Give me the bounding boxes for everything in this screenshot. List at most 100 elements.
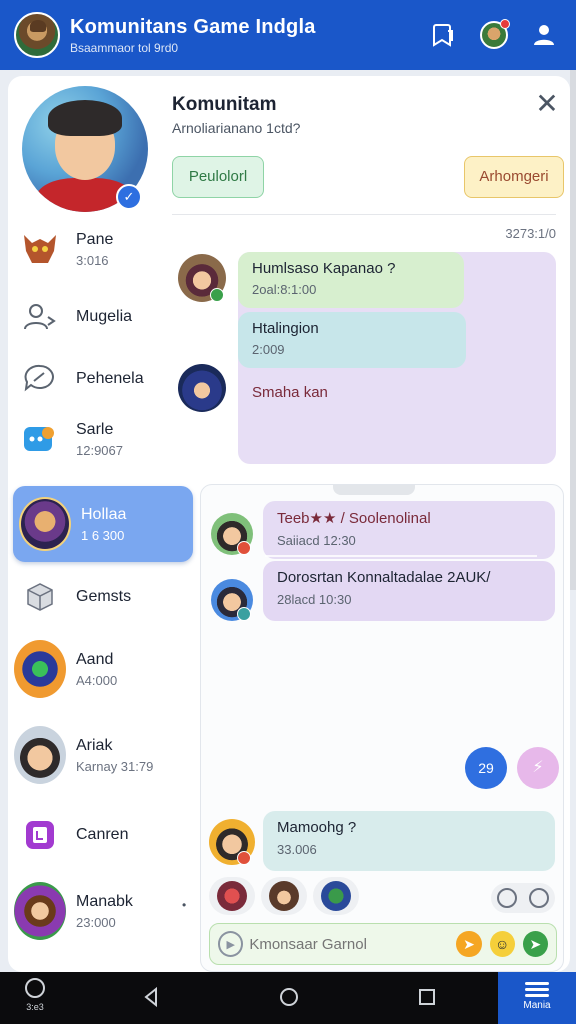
sidebar-item-hollaa[interactable]: Hollaa 1 6 300 [13,486,193,562]
more-dot: • [182,898,187,912]
sidebar-item-label: Sarle [76,420,114,438]
sidebar-item-label: Hollaa [81,505,127,523]
reaction-avatar[interactable] [209,877,255,915]
sidebar-item-sub: 1 6 300 [81,527,125,543]
message-time: 28lacd 10:30 [277,592,352,607]
sidebar-item-pehenela[interactable]: Pehenela [14,346,194,412]
bottom-navbar: 3:e3 Mania [0,972,576,1024]
sidebar-item-sub: Karnay 31:79 [76,758,154,774]
bookmark-icon[interactable] [426,17,462,53]
sidebar-item-sub: 23:000 [76,914,116,930]
sidebar-item-label: Aand [76,650,114,668]
sidebar-item-label: Manabk [76,892,133,910]
sidebar-item-gemsts[interactable]: Gemsts [14,564,194,630]
chat-timestamp: 3273:1/0 [505,226,556,241]
panel-header: Komunitam Arnoliarianano 1ctd? ✕ Peulolo… [172,76,570,216]
message-input-bar: ▶ ➤ ☺ ➤ [209,923,557,965]
chat-avatar[interactable] [178,364,226,412]
arrow-icon[interactable]: ➤ [456,931,482,957]
dragon-icon [14,223,66,275]
message-bubble[interactable]: Smaha kan [238,376,438,410]
sidebar-item-pane[interactable]: Pane 3:016 [14,216,194,282]
message-text: Mamoohg ? [277,819,357,836]
home-icon[interactable] [278,986,300,1008]
app-subtitle: Bsaammaor tol 9rd0 [70,40,179,55]
community-card: ✓ Pane 3:016 Mugelia Pehenela Sarle 12:9… [8,76,570,972]
chat-bubble-icon [14,353,66,405]
sidebar-item-aand[interactable]: Aand A4:000 [14,636,194,702]
message-text: Teeb★★ / Soolenolinal [277,510,431,527]
drag-handle[interactable] [333,485,415,495]
sidebar-item-canren[interactable]: Canren [14,802,194,868]
emoji-outline-icon[interactable] [497,888,517,908]
app-logo [14,12,60,58]
sidebar-item-label: Gemsts [76,588,132,605]
game-avatar-hollaa [19,497,71,551]
message-bubble[interactable]: Mamoohg ? 33.006 [263,811,555,871]
online-badge [237,607,251,621]
message-bubble[interactable]: Humlsaso Kapanao ? 2oal:8:1:00 [238,252,464,308]
send-icon[interactable]: ➤ [522,931,548,957]
message-icon [14,413,66,465]
message-time: 2:009 [252,342,285,357]
profile-icon[interactable] [526,17,562,53]
sidebar-item-manabk[interactable]: Manabk 23:000 • [14,878,194,944]
message-text: Humlsaso Kapanao ? [252,260,396,277]
chat-panel: Teeb★★ / Soolenolinal Saiiacd 12:30 Doro… [200,484,564,972]
chat-controls [491,883,555,913]
reaction-avatar[interactable] [261,877,307,915]
message-text: Htalingion [252,320,319,337]
back-icon[interactable] [140,986,162,1008]
message-text: Dorosrtan Konnaltadalae 2AUK/ [277,569,491,586]
sidebar-item-sarle[interactable]: Sarle 12:9067 [14,406,194,472]
message-bubble[interactable]: Teeb★★ / Soolenolinal Saiiacd 12:30 [263,501,555,559]
menu-label: Mania [523,1000,551,1011]
sidebar-item-label: Canren [76,826,129,843]
message-text: Smaha kan [252,384,328,401]
separator [265,555,537,557]
sidebar-item-sub: 3:016 [76,252,109,268]
message-time: 33.006 [277,842,317,857]
play-icon[interactable]: ▶ [218,931,244,957]
count-button[interactable]: 29 [465,747,507,789]
cube-icon [14,571,66,623]
reaction-avatar[interactable] [313,877,359,915]
message-bubble[interactable]: Dorosrtan Konnaltadalae 2AUK/ 28lacd 10:… [263,561,555,621]
sidebar-item-sub: A4:000 [76,672,118,688]
verified-badge-icon: ✓ [116,184,142,210]
sidebar-item-label: Pane [76,230,114,248]
close-icon[interactable]: ✕ [532,90,562,120]
menu-button[interactable]: Mania [498,972,576,1024]
menu-icon [525,982,549,997]
notifications-avatar-icon[interactable] [476,17,512,53]
game-avatar-aand [14,640,66,698]
flash-icon[interactable]: ⚡ [517,747,559,789]
purple-app-icon [14,809,66,861]
sidebar-item-label: Mugelia [76,308,133,325]
panel-title: Komunitam [172,94,277,115]
game-avatar-manabk [14,882,66,940]
message-time: Saiiacd 12:30 [277,533,356,548]
status-badge [237,541,251,555]
sidebar-item-label: Pehenela [76,370,144,387]
sidebar-item-label: Ariak [76,736,113,754]
sidebar-item-ariak[interactable]: Ariak Karnay 31:79 [14,722,194,788]
join-button[interactable]: Peulolorl [172,156,264,198]
settings-circle-icon[interactable] [529,888,549,908]
sidebar-item-sub: 12:9067 [76,442,123,458]
emoji-icon[interactable]: ☺ [489,931,515,957]
nav-left-label: 3:e3 [26,1002,44,1012]
scrollbar[interactable] [570,70,576,590]
recent-apps-icon[interactable] [416,986,438,1008]
message-input[interactable] [249,935,449,953]
sidebar-item-mugelia[interactable]: Mugelia [14,284,194,350]
sidebar: ✓ Pane 3:016 Mugelia Pehenela Sarle 12:9… [8,76,198,972]
nav-status[interactable]: 3:e3 [18,978,52,1012]
app-title: Komunitans Game Indgla [70,15,316,38]
message-bubble[interactable]: Htalingion 2:009 [238,312,466,368]
header-titles: Komunitans Game Indgla Bsaammaor tol 9rd… [70,16,412,55]
status-badge [237,851,251,865]
panel-subtitle: Arnoliarianano 1ctd? [172,120,301,136]
invite-button[interactable]: Arhomgeri [464,156,564,198]
reaction-avatars [209,877,359,915]
